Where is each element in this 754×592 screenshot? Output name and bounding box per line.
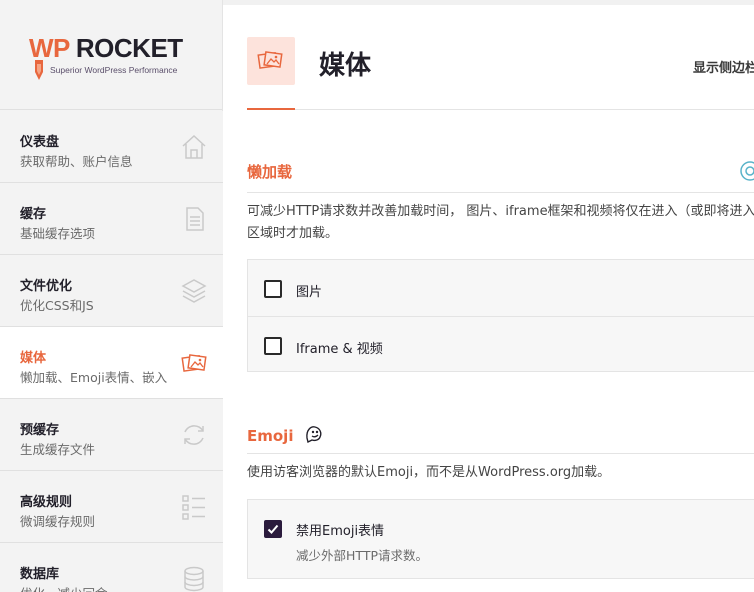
images-icon xyxy=(257,51,283,69)
emoji-options: 禁用Emoji表情 减少外部HTTP请求数。 xyxy=(247,499,754,579)
sidebar-item-desc: 生成缓存文件 xyxy=(20,442,96,457)
database-icon xyxy=(184,566,204,592)
page-icon xyxy=(247,37,295,85)
page-title: 媒体 xyxy=(319,51,372,81)
layers-icon xyxy=(181,279,207,303)
sidebar-item-title: 媒体 xyxy=(20,351,47,366)
sidebar-item-title: 高级规则 xyxy=(20,495,73,510)
lazyload-images-checkbox[interactable] xyxy=(264,280,282,298)
sidebar: WP ROCKET Superior WordPress Performance … xyxy=(0,0,224,592)
option-label: Iframe & 视频 xyxy=(296,342,383,357)
sidebar-item-cache[interactable]: 缓存 基础缓存选项 xyxy=(0,183,223,255)
home-icon xyxy=(182,134,206,159)
sidebar-item-preload[interactable]: 预缓存 生成缓存文件 xyxy=(0,399,223,471)
section-divider xyxy=(247,192,754,193)
list-icon xyxy=(182,495,205,520)
sidebar-item-title: 预缓存 xyxy=(20,423,60,438)
logo-rocket: ROCKET xyxy=(75,33,183,63)
section-divider xyxy=(247,453,754,454)
sidebar-item-desc: 优化CSS和JS xyxy=(20,298,94,313)
lazyload-iframes-checkbox[interactable] xyxy=(264,337,282,355)
lazyload-images-option[interactable]: 图片 xyxy=(248,260,754,316)
sidebar-item-database[interactable]: 数据库 优化，减少冗余 xyxy=(0,543,223,592)
disable-emoji-option[interactable]: 禁用Emoji表情 减少外部HTTP请求数。 xyxy=(248,500,754,578)
checkmark-icon xyxy=(267,524,279,534)
show-sidebar-toggle[interactable]: 显示侧边栏 xyxy=(693,57,754,76)
sidebar-item-desc: 懒加载、Emoji表情、嵌入 xyxy=(20,370,168,385)
disable-emoji-checkbox[interactable] xyxy=(264,520,282,538)
option-description: 减少外部HTTP请求数。 xyxy=(296,548,428,563)
rocket-flame-icon xyxy=(35,60,43,80)
logo-text: WP ROCKET xyxy=(29,33,183,64)
lazyload-options: 图片 Iframe & 视频 xyxy=(247,259,754,372)
lazyload-section-title: 懒加载 xyxy=(247,163,293,181)
sidebar-item-desc: 获取帮助、账户信息 xyxy=(20,154,133,169)
sidebar-item-title: 仪表盘 xyxy=(20,135,60,150)
help-icon[interactable] xyxy=(739,160,754,182)
emoji-description: 使用访客浏览器的默认Emoji，而不是从WordPress.org加载。 xyxy=(247,465,611,480)
sidebar-item-title: 文件优化 xyxy=(20,279,73,294)
sidebar-item-advanced-rules[interactable]: 高级规则 微调缓存规则 xyxy=(0,471,223,543)
images-icon xyxy=(181,354,207,372)
sidebar-item-desc: 优化，减少冗余 xyxy=(20,583,108,592)
emoji-title-text: Emoji xyxy=(247,427,294,445)
header-divider xyxy=(247,109,754,110)
sidebar-item-title: 数据库 xyxy=(20,567,60,582)
sidebar-item-dashboard[interactable]: 仪表盘 获取帮助、账户信息 xyxy=(0,111,223,183)
option-label: 禁用Emoji表情 xyxy=(296,524,385,539)
document-icon xyxy=(186,207,204,231)
lazyload-description: 可减少HTTP请求数并改善加载时间， 图片、iframe框架和视频将仅在进入（或… xyxy=(247,201,754,245)
sidebar-item-media[interactable]: 媒体 懒加载、Emoji表情、嵌入 xyxy=(0,327,224,399)
lazyload-description-line1: 可减少HTTP请求数并改善加载时间， 图片、iframe框架和视频将仅在进入（或… xyxy=(247,204,754,219)
lazyload-description-line2: 区域时才加载。 xyxy=(247,226,339,241)
emoji-face-icon xyxy=(305,426,322,444)
sidebar-item-desc: 微调缓存规则 xyxy=(20,514,96,529)
logo-wp: WP xyxy=(29,33,70,63)
sidebar-item-desc: 基础缓存选项 xyxy=(20,226,96,241)
lazyload-iframes-option[interactable]: Iframe & 视频 xyxy=(248,316,754,372)
emoji-section-title: Emoji xyxy=(247,424,325,445)
sidebar-item-file-optimization[interactable]: 文件优化 优化CSS和JS xyxy=(0,255,223,327)
main-content: 媒体 显示侧边栏 懒加载 可减少HTTP请求数并改善加载时间， 图片、ifram… xyxy=(223,5,754,592)
header-accent-bar xyxy=(247,108,295,110)
refresh-icon xyxy=(184,425,204,445)
logo-tagline: Superior WordPress Performance xyxy=(50,65,178,75)
sidebar-item-title: 缓存 xyxy=(20,207,47,222)
logo[interactable]: WP ROCKET Superior WordPress Performance xyxy=(0,0,222,110)
option-label: 图片 xyxy=(296,285,323,300)
